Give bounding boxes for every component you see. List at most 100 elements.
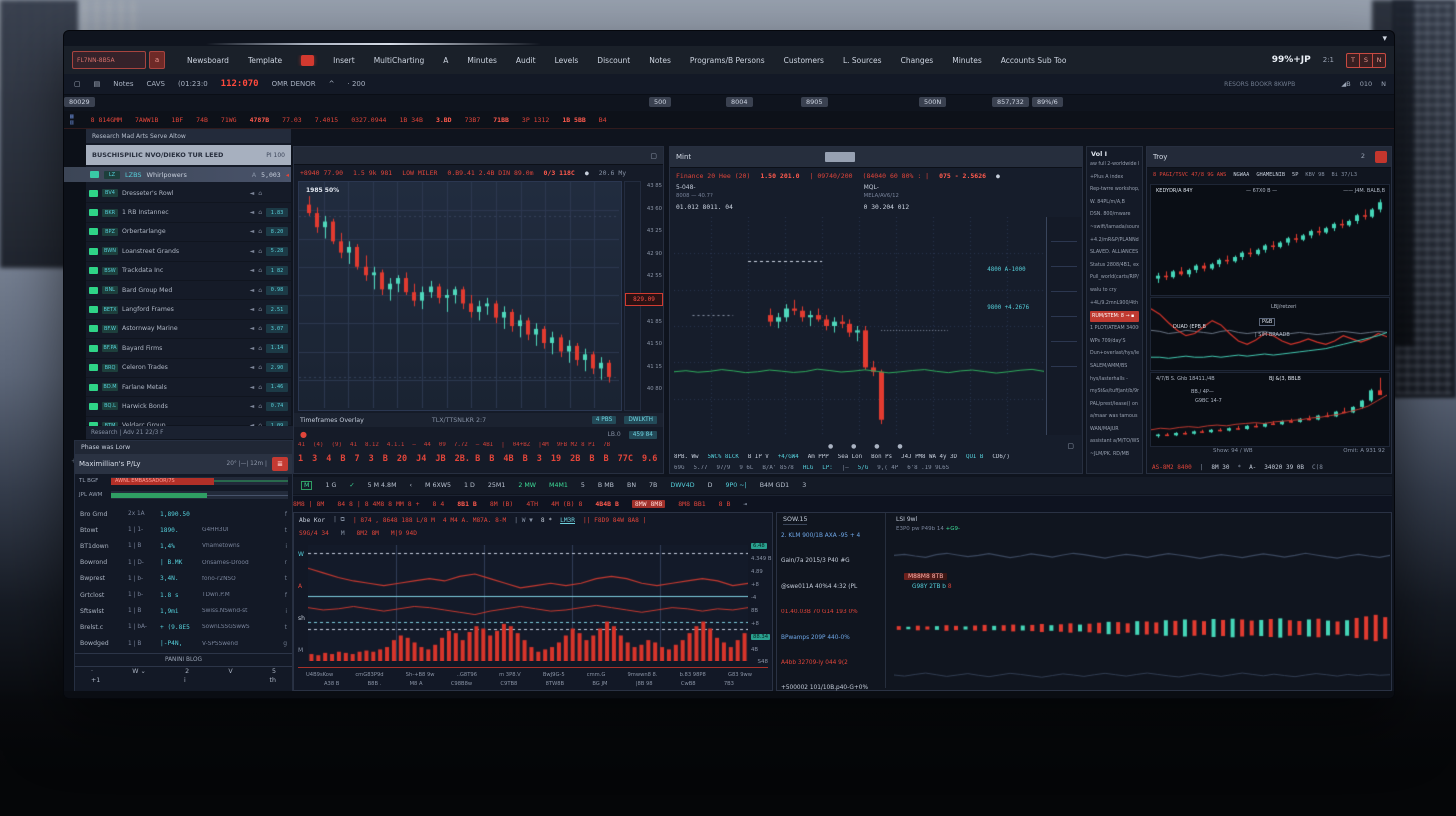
lock-icon[interactable]: ⌂ [258,325,262,332]
speaker-icon[interactable]: ◄ [250,403,255,410]
index-badge[interactable]: 500 [649,97,671,107]
position-row[interactable]: Sftswlst 1 | B 1,9mi Swiss.NSwnd-st i [75,603,292,619]
footer-cell[interactable]: V [228,668,232,675]
toolbar-icon[interactable]: ◢B [1341,80,1350,88]
header-item[interactable]: 8 * [541,517,552,524]
news-item[interactable]: RUM/STEM: 8 → ▪ [1090,311,1139,322]
window-control-button[interactable]: S [1360,54,1373,67]
lock-icon[interactable]: ⌂ [258,190,262,197]
timeframe-item[interactable]: 7B [649,482,657,489]
subrow-badge[interactable]: 459 84 [629,431,657,439]
timeframe-item[interactable]: 9P0 ~| [725,482,746,489]
speaker-icon[interactable]: ◄ [250,190,255,197]
news-item[interactable]: Rep-twrre workshop, 4WB [1090,184,1139,197]
header-item[interactable]: Abe Kor [299,517,325,524]
news-item[interactable]: 1 PLOT/ATEAM 34000/45M? [1090,323,1139,336]
pager-dots[interactable]: ● ● ● ● [828,443,911,450]
menu-item[interactable]: Newsboard [187,56,229,65]
news-item[interactable]: Pull_world(carts/RIP/Och [1090,272,1139,285]
speaker-icon[interactable]: ◄ [250,306,255,313]
breadth-bars-chart[interactable] [894,597,1390,659]
timeframe-item[interactable]: BN [627,482,636,489]
watchlist-row[interactable]: BRQ Celeron Trades ◄ ⌂ 2.90 [86,359,291,378]
account-action-button[interactable]: ≣ [272,457,288,471]
search-button[interactable]: a [149,51,165,69]
menu-item[interactable]: L. Sources [843,56,882,65]
toolbar-item[interactable]: ▢ [74,80,81,88]
toolbar-item[interactable]: CAVS [146,80,164,88]
panel3-tab-bar[interactable]: Troy [1147,147,1391,168]
news-item[interactable]: Status 2808/4B1, exclave [1090,260,1139,273]
speaker-icon[interactable]: ◄ [250,267,255,274]
footer-cell[interactable]: 5 [272,668,276,675]
timeframe-item[interactable]: 3 [802,482,806,489]
index-badge[interactable]: 500N [919,97,946,107]
menu-item[interactable]: Changes [901,56,934,65]
toolbar-item[interactable]: OMR DENOR [272,80,316,88]
candlestick-chart[interactable] [1151,185,1387,293]
menu-item[interactable]: Notes [649,56,671,65]
menu-item[interactable]: Customers [784,56,824,65]
header-item[interactable]: | 874 , 8648 188 L/8 M [353,517,435,524]
panel3-bottom-chart[interactable]: 4/7/B S. Ghb 18411./4B BJ &(3, BBLB BB./… [1150,372,1390,447]
timeframe-item[interactable]: 5 [581,482,585,489]
breadth-stat-row[interactable]: 01.40.03B 70 G14 193 0% [781,605,881,630]
news-item[interactable]: SLAVED. ALLIANCES [1090,247,1139,260]
header-item[interactable]: 4 M4 A. M87A. 8-M [443,517,506,524]
timeframe-item[interactable]: B4M GD1 [760,482,790,489]
position-row[interactable]: Brelst.c 1 | bA- + (9.8E5 SownLSSGSwwS t [75,619,292,635]
news-item[interactable]: W. 84PL/m/A,B [1090,197,1139,210]
watchlist-row[interactable]: BETX Langford Frames ◄ ⌂ 2.51 [86,300,291,319]
timeframe-item[interactable]: M 6XW5 [425,482,451,489]
lock-icon[interactable]: ⌂ [258,209,262,216]
breadth-stat-row[interactable]: BPwamps 209P 440-0% [781,631,881,656]
watchlist-row[interactable]: BQ.L Harwick Bonds ◄ ⌂ 0.74 [86,397,291,416]
rsi-volume-chart[interactable] [308,545,748,661]
news-item[interactable]: ~JLM/PK. RD/MB [1090,449,1139,462]
breadth-panel-title[interactable]: SOW.15 [783,516,807,525]
lock-icon[interactable]: ⌂ [258,287,262,294]
watchlist-row[interactable]: BPZ Orbertarlange ◄ ⌂ 8.20 [86,223,291,242]
menu-item[interactable]: Insert [333,56,355,65]
news-item[interactable]: walu to cry [1090,285,1139,298]
index-badge[interactable]: 89%/6 [1032,97,1063,107]
timeframe-item[interactable]: DWV4D [670,482,694,489]
speaker-icon[interactable]: ◄ [250,287,255,294]
tape-grid-icon[interactable]: ▦▥ [70,114,74,126]
timeframe-item[interactable]: M4M1 [549,482,568,489]
speaker-icon[interactable]: ◄ [250,384,255,391]
lock-icon[interactable]: ⌂ [258,306,262,313]
speaker-icon[interactable]: ◄ [250,345,255,352]
breadth-stat-row[interactable]: 2. KLM 900/1B AXA -95 + 4 [781,529,881,554]
timeframe-item[interactable]: ✓ [349,482,354,489]
chart2-plot[interactable] [674,217,1044,435]
news-item[interactable]: SALEM/AMM/BS [1090,361,1139,374]
timeframe-item[interactable]: ‹ [410,482,413,489]
toolbar-item[interactable]: ▤ [94,80,101,88]
footer-cell[interactable]: · [91,668,93,675]
indicator-plot[interactable] [308,545,748,661]
chart1-plot[interactable] [298,181,622,411]
lock-icon[interactable]: ⌂ [258,403,262,410]
toolbar-item[interactable]: · 200 [348,80,366,88]
lock-icon[interactable]: ⌂ [258,228,262,235]
watchlist-row[interactable]: BNL Bard Group Med ◄ ⌂ 0.98 [86,281,291,300]
position-row[interactable]: Bowdged 1 | B |-P4N, V-SPSSwend g [75,636,292,652]
speaker-icon[interactable]: ◄ [250,228,255,235]
candlestick-chart[interactable] [299,182,619,408]
news-item[interactable]: assistant a/M/TO/WSb [1090,436,1139,449]
index-badge[interactable]: 857,732 [992,97,1029,107]
timeframe-item[interactable]: M [301,481,312,490]
news-item[interactable]: Dun+overlast/hys/le/s/ww [1090,348,1139,361]
news-item[interactable]: mySt&s/tuffjant/b/9mss [1090,386,1139,399]
footer-cell[interactable]: +1 [91,677,100,684]
menu-item[interactable]: Programs/B Persons [690,56,765,65]
window-control-button[interactable]: T [1347,54,1360,67]
collapse-arrow-icon[interactable]: ▾ [1382,34,1387,44]
toolbar-item[interactable]: 112:070 [221,79,259,89]
position-row[interactable]: Btowt 1 | 1- 1890. G4HH3UI t [75,522,292,538]
menu-item[interactable]: Minutes [467,56,497,65]
watchlist-search[interactable]: BUSCHISPILIC NVO/DIEKO TUR LEED PI 100 [86,145,291,165]
watchlist-row[interactable]: BF.PA Bayard Firms ◄ ⌂ 1.14 [86,339,291,358]
watchlist-selected-row[interactable]: LZ LZBS Whirlpowers A 5,003 ◂ [64,167,291,182]
